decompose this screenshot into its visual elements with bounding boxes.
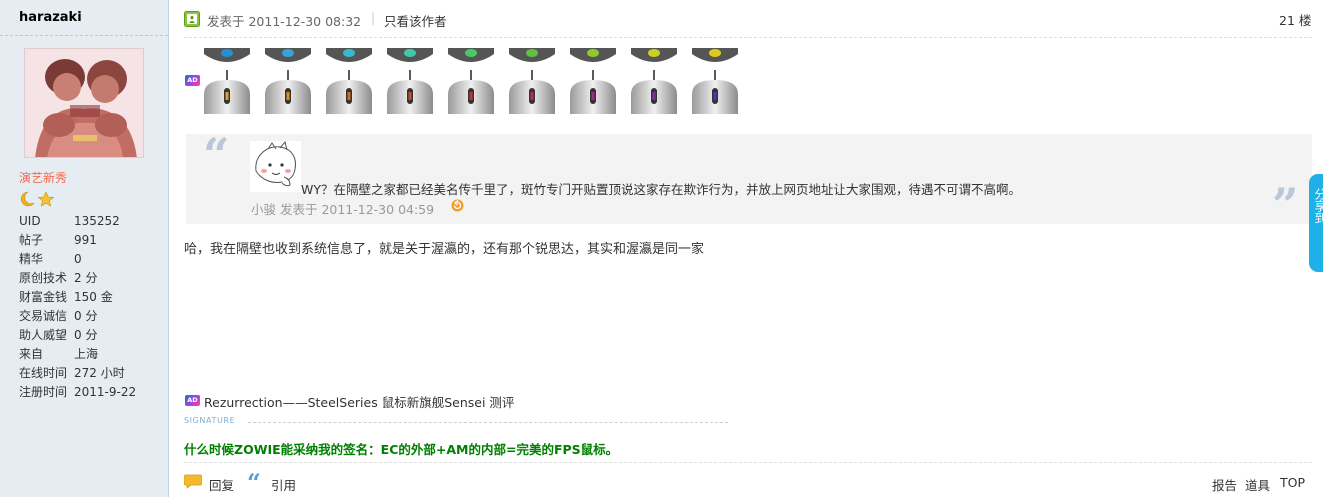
user-group[interactable]: 演艺新秀 [19, 169, 67, 186]
stat-label: 来自 [19, 347, 44, 361]
divider [184, 462, 1312, 463]
quote-meta: 小骏 发表于 2011-12-30 04:59 [251, 202, 435, 217]
stat-label: 帖子 [19, 233, 44, 247]
divider [184, 37, 1312, 38]
signature-text: 什么时候ZOWIE能采纳我的签名：EC的外部+AM的内部=完美的FPS鼠标。 [184, 442, 619, 457]
divider [0, 35, 168, 36]
ad-badge-icon: AD [185, 75, 200, 86]
share-side-tab[interactable]: 分享到 [1309, 174, 1323, 272]
stat-label: 交易诚信 [19, 309, 68, 323]
stat-label: 原创技术 [19, 271, 68, 285]
quote-icon[interactable]: “ [247, 471, 261, 495]
username[interactable]: harazaki [19, 10, 82, 25]
back-to-top-button[interactable]: TOP [1280, 475, 1305, 490]
stat-label: 在线时间 [19, 366, 68, 380]
ad-badge-icon: AD [185, 395, 200, 406]
stat-value: 2 分 [74, 271, 98, 285]
reply-button[interactable]: 回复 [209, 475, 234, 494]
signature-label: SIGNATURE [184, 416, 236, 425]
stat-label: 财富金钱 [19, 290, 68, 304]
quote-close-mark-icon: ” [1272, 178, 1299, 232]
stat-value: 135252 [74, 214, 120, 228]
post-time: 发表于 2011-12-30 08:32 [207, 14, 362, 29]
signature-divider [248, 422, 728, 423]
stat-value: 150 金 [74, 290, 113, 304]
goto-quoted-post-icon[interactable] [451, 199, 464, 212]
stat-value[interactable]: 991 [74, 231, 97, 250]
avatar-image [25, 49, 143, 157]
stat-label: 注册时间 [19, 385, 68, 399]
report-button[interactable]: 报告 [1212, 475, 1237, 494]
stat-value: 0 分 [74, 328, 98, 342]
stat-value: 上海 [74, 347, 99, 361]
separator: | [371, 11, 376, 25]
ad-link[interactable]: Rezurrection——SteelSeries 鼠标新旗舰Sensei 测评 [204, 392, 514, 411]
tools-button[interactable]: 道具 [1245, 475, 1270, 494]
quote-button[interactable]: 引用 [271, 475, 296, 494]
quote-text: WY？在隔壁之家都已经美名传千里了，斑竹专门开贴置顶说这家存在欺诈行为，并放上网… [301, 182, 1021, 197]
only-author-link[interactable]: 只看该作者 [384, 11, 447, 30]
ad-banner-image[interactable] [204, 48, 749, 114]
quote-open-mark-icon: “ [203, 128, 230, 182]
emoticon-icon [250, 141, 301, 192]
online-status-icon [184, 11, 200, 27]
stat-label: 精华 [19, 252, 44, 266]
avatar[interactable] [24, 48, 144, 158]
stat-value: 2011-9-22 [74, 385, 137, 399]
floor-number[interactable]: 21 楼 [1279, 10, 1311, 29]
stat-value[interactable]: 0 [74, 250, 82, 269]
stat-value: 0 分 [74, 309, 98, 323]
stat-label: 助人威望 [19, 328, 68, 342]
stat-label: UID [19, 214, 41, 228]
level-icon [20, 191, 55, 207]
user-sidebar: harazaki 演艺新秀 UID 135252 帖子 991 精华 0 原创技… [0, 0, 169, 497]
reply-icon[interactable] [184, 473, 202, 489]
post-body: 哈，我在隔壁也收到系统信息了，就是关于渥瀛的，还有那个锐思达，其实和渥瀛是同一家 [184, 242, 705, 257]
stat-value: 272 小时 [74, 366, 125, 380]
